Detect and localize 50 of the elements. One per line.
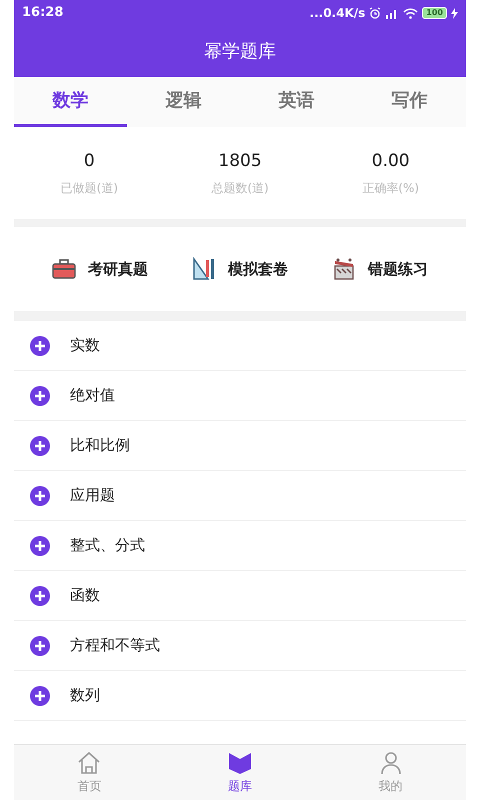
subject-tab[interactable]: 英语 xyxy=(240,77,353,127)
expand-icon[interactable] xyxy=(30,436,50,456)
expand-icon[interactable] xyxy=(30,486,50,506)
shortcut-button[interactable]: 错题练习 xyxy=(332,257,428,281)
battery-indicator: 100 xyxy=(422,7,447,19)
subject-tab[interactable]: 逻辑 xyxy=(127,77,240,127)
topic-label: 绝对值 xyxy=(70,385,115,406)
alarm-icon xyxy=(369,7,382,19)
subject-tab[interactable]: 写作 xyxy=(353,77,466,127)
toolbox-icon xyxy=(52,259,76,279)
status-time: 16:28 xyxy=(22,4,64,22)
topic-row[interactable]: 实数 xyxy=(14,321,466,371)
expand-icon[interactable] xyxy=(30,686,50,706)
home-icon xyxy=(76,750,102,774)
topic-label: 函数 xyxy=(70,585,100,606)
topic-label: 数列 xyxy=(70,685,100,706)
expand-icon[interactable] xyxy=(30,386,50,406)
topic-row[interactable]: 比和比例 xyxy=(14,421,466,471)
stat-label: 正确率(%) xyxy=(362,180,420,197)
topic-row[interactable]: 方程和不等式 xyxy=(14,621,466,671)
topic-label: 应用题 xyxy=(70,485,115,506)
stat-label: 已做题(道) xyxy=(60,180,118,197)
network-speed: ...0.4K/s xyxy=(310,5,366,22)
topic-label: 比和比例 xyxy=(70,435,130,456)
topic-row[interactable]: 绝对值 xyxy=(14,371,466,421)
book-icon xyxy=(227,750,253,774)
ruler-icon xyxy=(192,257,216,281)
expand-icon[interactable] xyxy=(30,536,50,556)
stat-value: 0 xyxy=(84,150,95,174)
app-title: 幂学题库 xyxy=(204,40,276,64)
expand-icon[interactable] xyxy=(30,636,50,656)
topic-label: 实数 xyxy=(70,335,100,356)
topic-label: 方程和不等式 xyxy=(70,635,160,656)
topic-row[interactable]: 函数 xyxy=(14,571,466,621)
shortcut-button[interactable]: 考研真题 xyxy=(52,258,148,280)
shortcut-button[interactable]: 模拟套卷 xyxy=(192,257,288,281)
topic-row[interactable]: 整式、分式 xyxy=(14,521,466,571)
expand-icon[interactable] xyxy=(30,336,50,356)
subject-tab[interactable]: 数学 xyxy=(14,77,127,127)
wifi-icon xyxy=(403,8,418,18)
expand-icon[interactable] xyxy=(30,586,50,606)
stat-label: 总题数(道) xyxy=(211,180,269,197)
stat-value: 0.00 xyxy=(372,150,410,174)
charging-icon xyxy=(451,8,458,18)
topic-label: 整式、分式 xyxy=(70,535,145,556)
stat-value: 1805 xyxy=(218,150,262,174)
topic-row[interactable]: 数列 xyxy=(14,671,466,721)
clapperboard-icon xyxy=(332,257,356,281)
nav-tab[interactable]: 题库 xyxy=(164,745,316,800)
topic-row[interactable]: 应用题 xyxy=(14,471,466,521)
